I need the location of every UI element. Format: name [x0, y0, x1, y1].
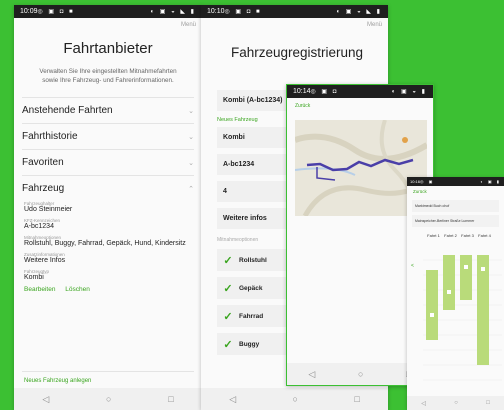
section-ride-history[interactable]: Fahrthistorie ⌄	[22, 123, 194, 149]
status-left-icons: ◎ ▣ ◘	[310, 89, 339, 95]
status-time: 10:16	[410, 179, 421, 184]
phone-screen-ride-timeline: 10:16 ◎ ▣ ◐ ▣ ▮ Zurück Marktmedd Buch oh…	[407, 177, 504, 410]
chevron-down-icon: ⌄	[188, 159, 194, 167]
ride-bar	[426, 270, 438, 340]
check-icon: ✓	[223, 338, 233, 351]
vehicle-actions: Bearbeiten Löschen	[24, 286, 192, 293]
home-nav-icon[interactable]: ○	[293, 394, 298, 404]
back-nav-icon[interactable]: ◁	[42, 394, 49, 405]
license-plate-field: KFZ-Kennzeichen A-bc1234	[24, 218, 192, 230]
menu-button[interactable]: Menü	[367, 22, 382, 28]
check-icon: ✓	[223, 282, 233, 295]
field-value: Rollstuhl, Buggy, Fahrrad, Gepäck, Hund,…	[24, 240, 186, 247]
status-bar: 10:16 ◎ ▣ ◐ ▣ ▮	[407, 177, 504, 186]
status-right-icons: ◐ ▣ ▮	[480, 179, 501, 184]
intro-text: Verwalten Sie Ihre eingestellten Mitnahm…	[39, 68, 177, 84]
status-bar: 10:10 ◎ ▣ ◘ ■ ◐ ▣ ◒ ◣ ▮	[201, 5, 388, 18]
status-right-icons: ◐ ▣ ◒ ◣ ▮	[150, 9, 196, 15]
status-left-icons: ◎ ▣	[420, 179, 435, 184]
column-header: Fahrt 1	[427, 233, 440, 238]
section-label: Fahrthistorie	[22, 131, 78, 142]
chevron-down-icon: ⌄	[188, 107, 194, 115]
edit-button[interactable]: Bearbeiten	[24, 286, 55, 293]
page-title: Fahrzeugregistrierung	[231, 45, 364, 60]
status-right-icons: ◐ ▣ ◒ ▮	[391, 89, 427, 95]
status-left-icons: ◎ ▣ ◘ ■	[37, 9, 75, 15]
ride-options-field: Mitnahmeoptionen Rollstuhl, Buggy, Fahrr…	[24, 235, 192, 247]
ride-bar	[460, 255, 472, 300]
back-nav-icon[interactable]: ◁	[421, 400, 426, 407]
field-value: Weitere Infos	[24, 257, 66, 264]
status-left-icons: ◎ ▣ ◘ ■	[224, 9, 262, 15]
back-nav-icon[interactable]: ◁	[308, 369, 315, 380]
field-value: Kombi	[24, 274, 44, 281]
home-nav-icon[interactable]: ○	[106, 394, 111, 404]
android-nav-bar: ◁ ○ □	[201, 388, 388, 410]
android-nav-bar: ◁ ○ □	[407, 396, 504, 410]
status-right-icons: ◐ ▣ ◒ ◣ ▮	[336, 9, 382, 15]
timeline-grid: <	[411, 255, 502, 381]
ride-bar	[477, 255, 489, 365]
check-icon: ✓	[223, 310, 233, 323]
back-link[interactable]: Zurück	[287, 98, 433, 114]
vehicle-type-field: Fahrzeugtyp Kombi	[24, 269, 192, 281]
menu-button[interactable]: Menü	[181, 22, 196, 28]
check-icon: ✓	[223, 254, 233, 267]
status-bar: 10:09 ◎ ▣ ◘ ■ ◐ ▣ ◒ ◣ ▮	[14, 5, 202, 18]
section-label: Favoriten	[22, 157, 64, 168]
status-time: 10:10	[207, 8, 225, 15]
recents-nav-icon[interactable]: □	[168, 394, 173, 404]
android-nav-bar: ◁ ○ □	[14, 388, 202, 410]
section-label: Anstehende Fahrten	[22, 105, 113, 116]
field-value: Udo Steinmeier	[24, 206, 73, 213]
home-nav-icon[interactable]: ○	[454, 400, 458, 406]
chevron-down-icon: ⌄	[188, 133, 194, 141]
back-nav-icon[interactable]: ◁	[229, 394, 236, 405]
option-label: Gepäck	[239, 284, 263, 292]
section-label: Fahrzeug	[22, 183, 65, 194]
delete-button[interactable]: Löschen	[65, 286, 90, 293]
section-upcoming-rides[interactable]: Anstehende Fahrten ⌄	[22, 97, 194, 123]
chevron-up-icon: ⌃	[188, 185, 194, 193]
status-time: 10:09	[20, 8, 38, 15]
page-title: Fahrtanbieter	[63, 40, 153, 57]
vehicle-owner-field: Fahrzeughalter Udo Steinmeier	[24, 201, 192, 213]
back-link[interactable]: Zurück	[407, 186, 504, 197]
phone-screen-provider: 10:09 ◎ ▣ ◘ ■ ◐ ▣ ◒ ◣ ▮ Menü Fahrtanbiet…	[14, 5, 202, 410]
section-favorites[interactable]: Favoriten ⌄	[22, 149, 194, 175]
ride-bar	[443, 255, 455, 310]
field-value: A-bc1234	[24, 223, 54, 230]
extra-info-field: Zusatzinformationen Weitere Infos	[24, 252, 192, 264]
recents-nav-icon[interactable]: □	[354, 394, 359, 404]
ride-columns: Fahrt 1 Fahrt 2 Fahrt 3 Fahrt 4	[425, 233, 504, 238]
option-label: Buggy	[239, 340, 260, 348]
column-header: Fahrt 2	[444, 233, 457, 238]
recents-nav-icon[interactable]: □	[486, 400, 490, 406]
svg-text:<: <	[411, 263, 414, 269]
divider	[22, 371, 194, 372]
status-bar: 10:14 ◎ ▣ ◘ ◐ ▣ ◒ ▮	[287, 85, 433, 98]
new-vehicle-button[interactable]: Neues Fahrzeug anlegen	[24, 378, 91, 384]
destination-input[interactable]: Mainspeicher-Berliner Straße Lummer	[412, 215, 499, 227]
option-label: Fahrrad	[239, 312, 264, 320]
section-vehicle[interactable]: Fahrzeug ⌃	[22, 175, 194, 201]
option-label: Rollstuhl	[239, 256, 267, 264]
home-nav-icon[interactable]: ○	[358, 369, 363, 379]
column-header: Fahrt 3	[461, 233, 474, 238]
status-time: 10:14	[293, 88, 311, 95]
start-input[interactable]: Marktmedd Buch ohof	[412, 200, 499, 212]
column-header: Fahrt 4	[478, 233, 491, 238]
